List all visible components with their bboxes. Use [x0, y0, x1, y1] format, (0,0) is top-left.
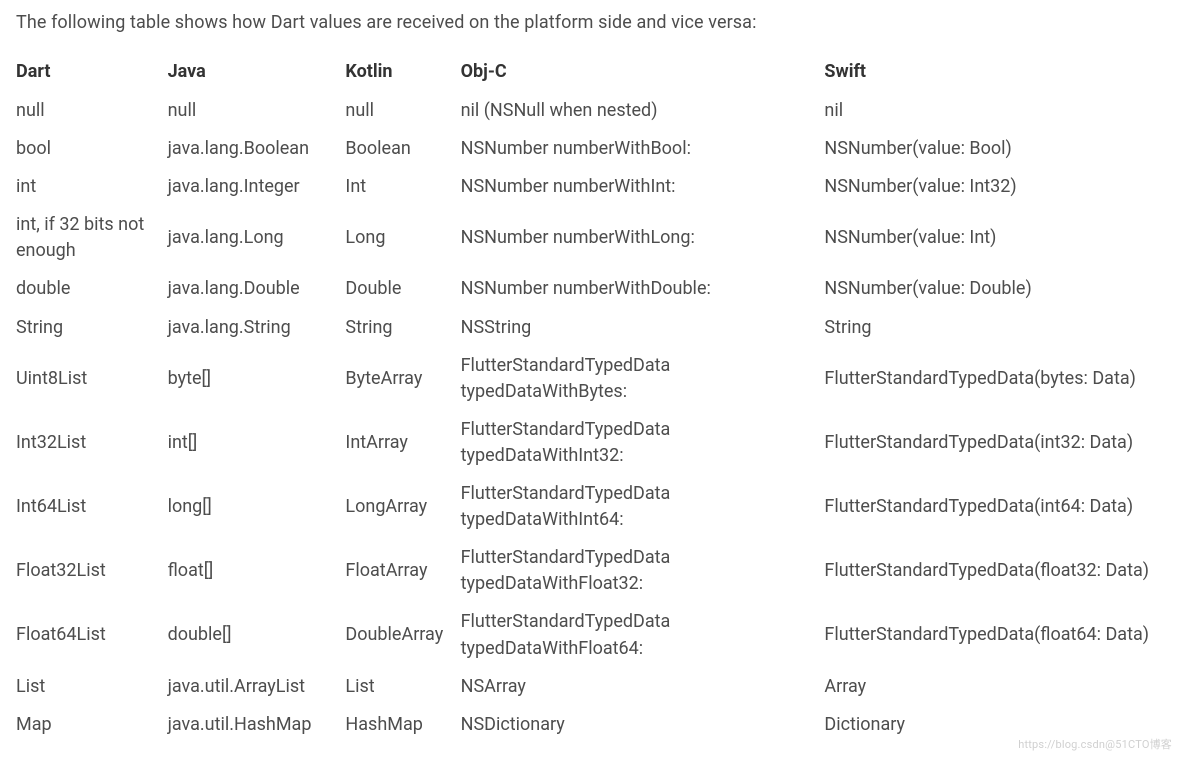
cell-objc: NSArray	[461, 668, 825, 706]
cell-swift: FlutterStandardTypedData(int64: Data)	[824, 475, 1168, 539]
cell-kotlin: null	[345, 92, 460, 130]
cell-swift: FlutterStandardTypedData(int32: Data)	[824, 411, 1168, 475]
cell-java: java.lang.String	[168, 309, 346, 347]
cell-java: java.lang.Long	[168, 206, 346, 270]
cell-java: long[]	[168, 475, 346, 539]
cell-kotlin: HashMap	[345, 706, 460, 744]
cell-dart: Int32List	[16, 411, 168, 475]
cell-java: java.lang.Double	[168, 270, 346, 308]
cell-java: java.util.HashMap	[168, 706, 346, 744]
intro-text: The following table shows how Dart value…	[16, 12, 1168, 33]
cell-objc: NSNumber numberWithLong:	[461, 206, 825, 270]
table-row: Listjava.util.ArrayListListNSArrayArray	[16, 668, 1168, 706]
cell-objc: FlutterStandardTypedData typedDataWithBy…	[461, 347, 825, 411]
cell-swift: NSNumber(value: Int32)	[824, 168, 1168, 206]
cell-java: java.util.ArrayList	[168, 668, 346, 706]
table-row: intjava.lang.IntegerIntNSNumber numberWi…	[16, 168, 1168, 206]
table-row: Float64Listdouble[]DoubleArrayFlutterSta…	[16, 603, 1168, 667]
cell-objc: NSNumber numberWithInt:	[461, 168, 825, 206]
cell-java: java.lang.Boolean	[168, 130, 346, 168]
table-row: booljava.lang.BooleanBooleanNSNumber num…	[16, 130, 1168, 168]
cell-kotlin: Double	[345, 270, 460, 308]
cell-kotlin: Int	[345, 168, 460, 206]
cell-objc: NSNumber numberWithDouble:	[461, 270, 825, 308]
table-header-row: Dart Java Kotlin Obj-C Swift	[16, 55, 1168, 92]
col-header-java: Java	[168, 55, 346, 92]
cell-kotlin: ByteArray	[345, 347, 460, 411]
cell-swift: String	[824, 309, 1168, 347]
cell-dart: double	[16, 270, 168, 308]
cell-kotlin: LongArray	[345, 475, 460, 539]
cell-dart: Float32List	[16, 539, 168, 603]
table-row: int, if 32 bits not enoughjava.lang.Long…	[16, 206, 1168, 270]
table-row: Int32Listint[]IntArrayFlutterStandardTyp…	[16, 411, 1168, 475]
cell-dart: List	[16, 668, 168, 706]
cell-objc: FlutterStandardTypedData typedDataWithIn…	[461, 475, 825, 539]
cell-kotlin: Boolean	[345, 130, 460, 168]
cell-objc: NSNumber numberWithBool:	[461, 130, 825, 168]
table-row: doublejava.lang.DoubleDoubleNSNumber num…	[16, 270, 1168, 308]
cell-kotlin: DoubleArray	[345, 603, 460, 667]
type-mapping-table: Dart Java Kotlin Obj-C Swift nullnullnul…	[16, 55, 1168, 744]
col-header-dart: Dart	[16, 55, 168, 92]
cell-kotlin: String	[345, 309, 460, 347]
cell-objc: NSString	[461, 309, 825, 347]
cell-kotlin: IntArray	[345, 411, 460, 475]
cell-kotlin: Long	[345, 206, 460, 270]
table-row: nullnullnullnil (NSNull when nested)nil	[16, 92, 1168, 130]
cell-swift: NSNumber(value: Int)	[824, 206, 1168, 270]
cell-dart: null	[16, 92, 168, 130]
cell-dart: String	[16, 309, 168, 347]
cell-swift: Array	[824, 668, 1168, 706]
cell-kotlin: List	[345, 668, 460, 706]
document-page: The following table shows how Dart value…	[0, 0, 1184, 760]
cell-java: int[]	[168, 411, 346, 475]
cell-java: float[]	[168, 539, 346, 603]
table-row: Stringjava.lang.StringStringNSStringStri…	[16, 309, 1168, 347]
cell-dart: int, if 32 bits not enough	[16, 206, 168, 270]
table-row: Int64Listlong[]LongArrayFlutterStandardT…	[16, 475, 1168, 539]
watermark-text: https://blog.csdn@51CTO博客	[1018, 736, 1172, 752]
cell-swift: FlutterStandardTypedData(float32: Data)	[824, 539, 1168, 603]
cell-swift: nil	[824, 92, 1168, 130]
col-header-objc: Obj-C	[461, 55, 825, 92]
cell-objc: FlutterStandardTypedData typedDataWithIn…	[461, 411, 825, 475]
col-header-kotlin: Kotlin	[345, 55, 460, 92]
col-header-swift: Swift	[824, 55, 1168, 92]
cell-swift: FlutterStandardTypedData(float64: Data)	[824, 603, 1168, 667]
cell-objc: FlutterStandardTypedData typedDataWithFl…	[461, 539, 825, 603]
cell-dart: bool	[16, 130, 168, 168]
cell-swift: NSNumber(value: Bool)	[824, 130, 1168, 168]
cell-objc: FlutterStandardTypedData typedDataWithFl…	[461, 603, 825, 667]
cell-dart: Float64List	[16, 603, 168, 667]
table-row: Float32Listfloat[]FloatArrayFlutterStand…	[16, 539, 1168, 603]
cell-java: double[]	[168, 603, 346, 667]
cell-swift: NSNumber(value: Double)	[824, 270, 1168, 308]
table-row: Mapjava.util.HashMapHashMapNSDictionaryD…	[16, 706, 1168, 744]
cell-kotlin: FloatArray	[345, 539, 460, 603]
cell-dart: int	[16, 168, 168, 206]
cell-objc: NSDictionary	[461, 706, 825, 744]
cell-java: java.lang.Integer	[168, 168, 346, 206]
cell-dart: Uint8List	[16, 347, 168, 411]
cell-dart: Map	[16, 706, 168, 744]
cell-objc: nil (NSNull when nested)	[461, 92, 825, 130]
cell-swift: FlutterStandardTypedData(bytes: Data)	[824, 347, 1168, 411]
cell-java: byte[]	[168, 347, 346, 411]
cell-dart: Int64List	[16, 475, 168, 539]
table-row: Uint8Listbyte[]ByteArrayFlutterStandardT…	[16, 347, 1168, 411]
cell-java: null	[168, 92, 346, 130]
